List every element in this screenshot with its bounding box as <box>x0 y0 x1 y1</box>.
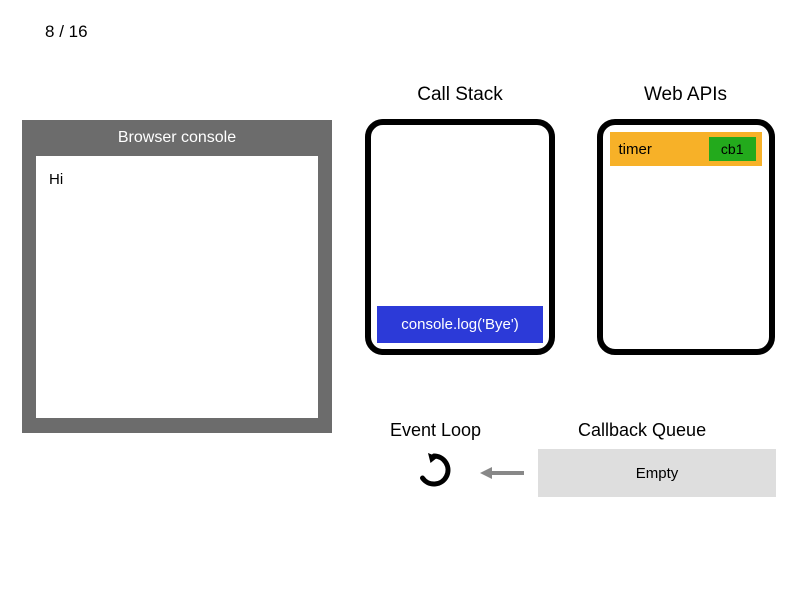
event-loop-label: Event Loop <box>390 420 481 441</box>
web-api-timer-label: timer <box>616 141 652 158</box>
page-current: 8 <box>45 22 54 41</box>
stack-frame: console.log('Bye') <box>377 306 543 343</box>
call-stack-label: Call Stack <box>360 84 560 106</box>
event-loop-icon <box>415 451 453 494</box>
arrow-left-icon <box>478 463 526 488</box>
callback-queue-box: Empty <box>538 449 776 497</box>
web-api-item: timer cb1 <box>610 132 762 166</box>
call-stack-group: Call Stack console.log('Bye') <box>360 84 560 355</box>
browser-console: Hi <box>36 156 318 418</box>
browser-panel: Browser console Hi <box>22 120 332 433</box>
web-api-callback-badge: cb1 <box>709 137 756 161</box>
page-counter: 8 / 16 <box>45 22 88 42</box>
console-line: Hi <box>49 171 305 188</box>
callback-queue-content: Empty <box>636 465 679 482</box>
browser-title: Browser console <box>22 120 332 156</box>
call-stack-box: console.log('Bye') <box>365 119 555 355</box>
page-total: 16 <box>69 22 88 41</box>
web-apis-box: timer cb1 <box>597 119 775 355</box>
callback-queue-label: Callback Queue <box>578 420 706 441</box>
web-apis-group: Web APIs timer cb1 <box>593 84 778 355</box>
web-apis-label: Web APIs <box>593 84 778 106</box>
